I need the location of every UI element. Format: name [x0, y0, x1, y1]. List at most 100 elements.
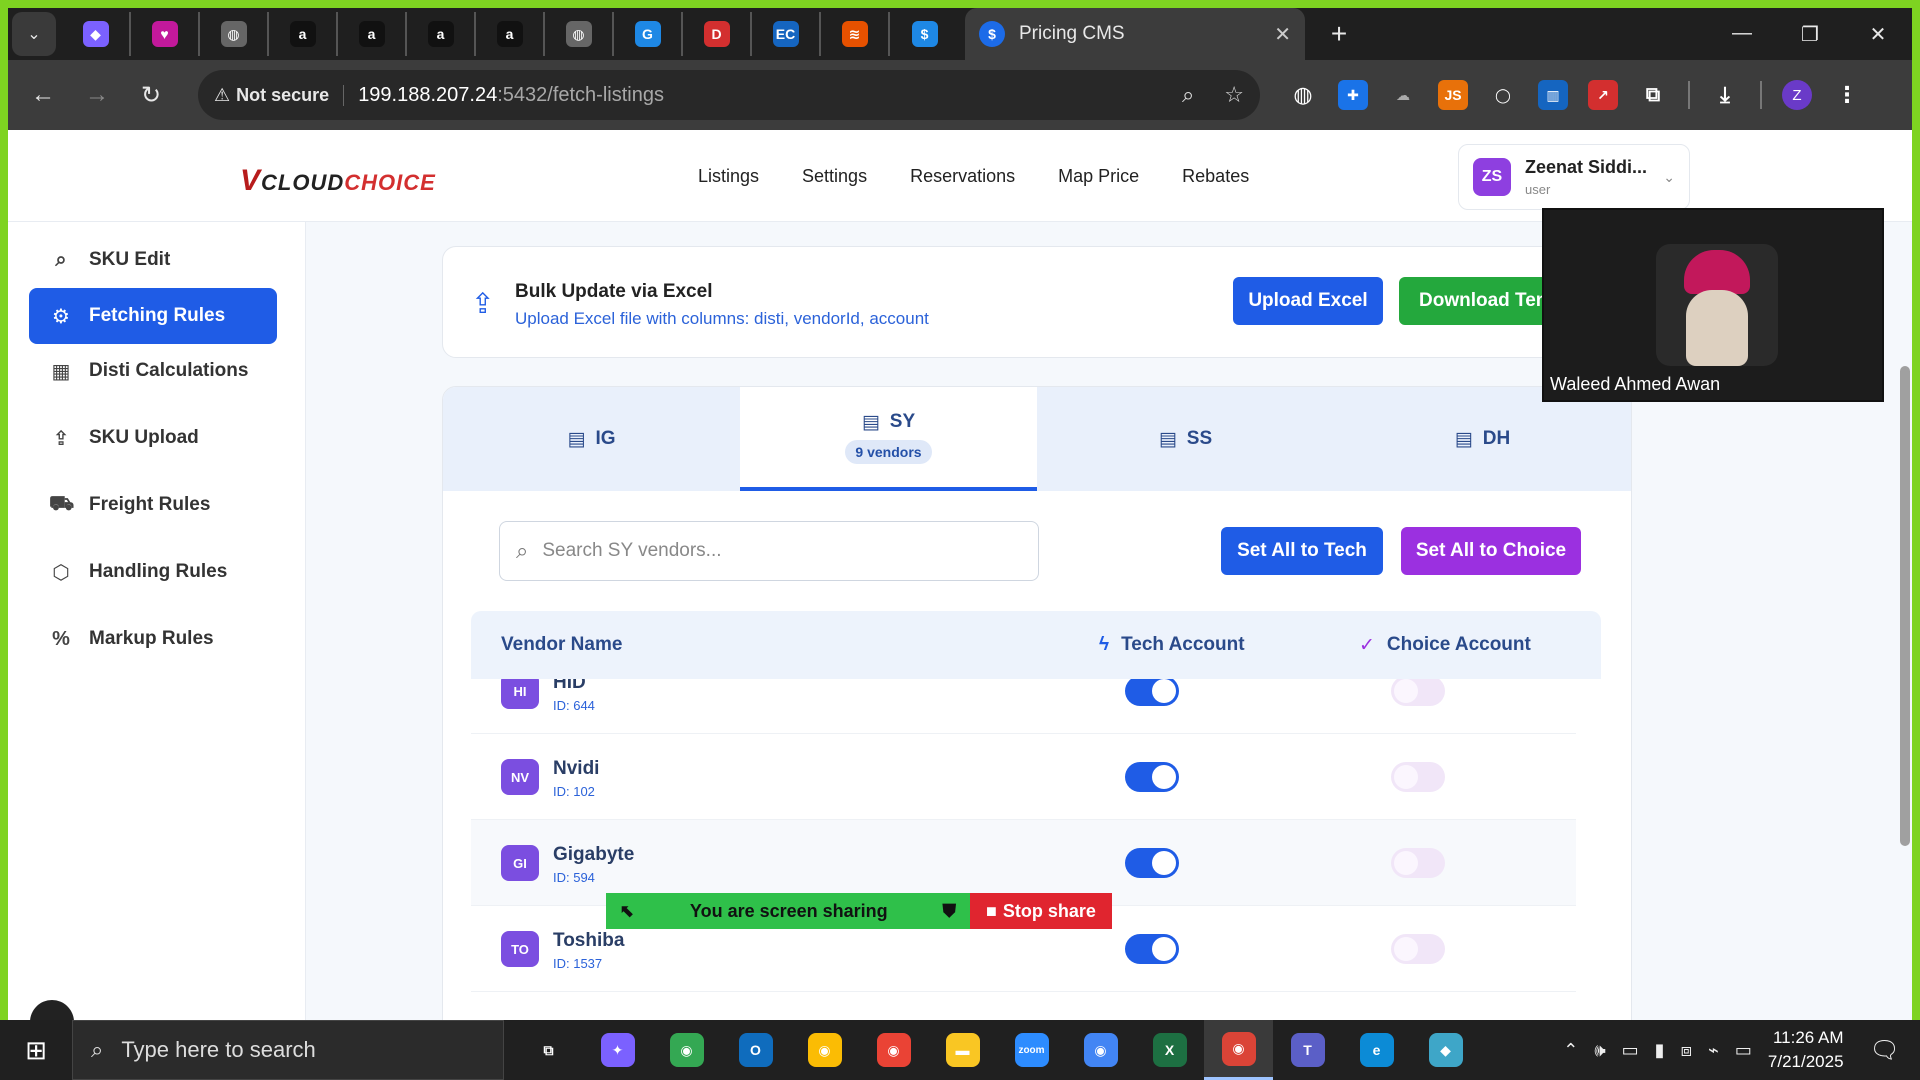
set-all-tech-button[interactable]: Set All to Tech — [1221, 527, 1383, 575]
display-icon[interactable]: ▭ — [1622, 1040, 1639, 1061]
pinned-tab[interactable]: a — [407, 12, 476, 56]
taskbar-search-input[interactable]: ⌕ Type here to search — [72, 1020, 504, 1080]
choice-account-toggle[interactable] — [1391, 934, 1445, 964]
pinned-tab[interactable]: D — [683, 12, 752, 56]
sidebar-item-markup-rules[interactable]: % Markup Rules — [29, 611, 277, 667]
screen-share-message[interactable]: ⬉ You are screen sharing ⛊ — [606, 893, 970, 929]
translate-globe-icon[interactable]: ◍ — [1288, 80, 1318, 110]
page-scrollbar[interactable] — [1900, 226, 1910, 1016]
notification-icon[interactable]: 🗨 — [1870, 1036, 1900, 1065]
security-indicator[interactable]: ⚠ Not secure — [214, 84, 345, 106]
pinned-tab[interactable]: a — [269, 12, 338, 56]
menu-kebab-icon[interactable]: ⋮ — [1832, 80, 1862, 110]
taskbar-app[interactable]: X — [1135, 1020, 1204, 1080]
tab-sy[interactable]: ▤ SY 9 vendors — [740, 387, 1037, 491]
forward-button[interactable]: → — [70, 81, 124, 109]
chat-widget-button[interactable] — [30, 1000, 74, 1020]
menu-listings[interactable]: Listings — [698, 166, 759, 187]
taskbar-app[interactable]: ✦ — [583, 1020, 652, 1080]
power-icon[interactable]: ⌁ — [1708, 1040, 1719, 1061]
taskbar-app[interactable]: ▬ — [928, 1020, 997, 1080]
taskbar-app[interactable]: ⧉ — [514, 1020, 583, 1080]
pinned-tab[interactable]: ≋ — [821, 12, 890, 56]
minimize-icon[interactable]: — — [1708, 22, 1776, 47]
choice-account-toggle[interactable] — [1391, 762, 1445, 792]
tech-account-toggle[interactable] — [1125, 934, 1179, 964]
tab-ig[interactable]: ▤ IG — [443, 387, 740, 491]
extensions-puzzle-icon[interactable]: ⧉ — [1638, 80, 1668, 110]
upload-excel-button[interactable]: Upload Excel — [1233, 277, 1383, 325]
pinned-tab[interactable]: a — [476, 12, 545, 56]
taskbar-app[interactable]: zoom — [997, 1020, 1066, 1080]
screen-share-tray-icon[interactable]: ⧈ — [1681, 1040, 1692, 1061]
window-close-icon[interactable]: ✕ — [1844, 22, 1912, 47]
sidebar-item-disti-calculations[interactable]: ▦ Disti Calculations — [29, 343, 277, 399]
windows-start-icon[interactable]: ⊞ — [0, 1035, 72, 1066]
sidebar-item-sku-edit[interactable]: ⌕ SKU Edit — [29, 232, 277, 288]
choice-account-toggle[interactable] — [1391, 679, 1445, 706]
extension-cloud-icon[interactable]: ☁ — [1388, 80, 1418, 110]
extension-chart-icon[interactable]: ▥ — [1538, 80, 1568, 110]
system-clock[interactable]: 11:26 AM 7/21/2025 — [1768, 1026, 1844, 1074]
pinned-tab[interactable]: ◍ — [545, 12, 614, 56]
menu-rebates[interactable]: Rebates — [1182, 166, 1249, 187]
extension-js-icon[interactable]: JS — [1438, 80, 1468, 110]
menu-reservations[interactable]: Reservations — [910, 166, 1015, 187]
pinned-tab[interactable]: ◍ — [200, 12, 269, 56]
pinned-tab[interactable]: G — [614, 12, 683, 56]
network-icon[interactable]: ▭ — [1735, 1040, 1752, 1061]
tech-account-toggle[interactable] — [1125, 848, 1179, 878]
taskbar-app[interactable]: ◆ — [1411, 1020, 1480, 1080]
reload-button[interactable]: ↻ — [124, 81, 178, 110]
tab-ss[interactable]: ▤ SS — [1037, 387, 1334, 491]
scrollbar-thumb[interactable] — [1900, 366, 1910, 846]
extension-circle-icon[interactable]: ◯ — [1488, 80, 1518, 110]
pinned-tab[interactable]: $ — [890, 12, 959, 56]
extension-arrow-icon[interactable]: ↗ — [1588, 80, 1618, 110]
new-tab-button[interactable]: + — [1319, 18, 1359, 50]
sidebar-item-handling-rules[interactable]: ⬡ Handling Rules — [29, 544, 277, 600]
cloudchoice-logo[interactable]: VCLOUDCHOICE — [240, 164, 436, 198]
tech-account-toggle[interactable] — [1125, 762, 1179, 792]
vendor-search-input[interactable]: ⌕ Search SY vendors... — [499, 521, 1039, 581]
stop-share-button[interactable]: ■ Stop share — [970, 893, 1112, 929]
pinned-tab[interactable]: a — [338, 12, 407, 56]
taskbar-app[interactable]: ◉ — [1066, 1020, 1135, 1080]
volume-icon[interactable]: 🕪 — [1594, 1040, 1605, 1061]
microphone-icon[interactable]: ▮ — [1655, 1040, 1665, 1061]
set-all-choice-button[interactable]: Set All to Choice — [1401, 527, 1581, 575]
taskbar-app[interactable]: O — [721, 1020, 790, 1080]
user-menu[interactable]: ZS Zeenat Siddi... user ⌄ — [1458, 144, 1690, 210]
sidebar-item-sku-upload[interactable]: ⇪ SKU Upload — [29, 410, 277, 466]
close-icon[interactable]: ✕ — [1274, 22, 1291, 47]
restore-icon[interactable]: ❐ — [1776, 22, 1844, 47]
zoom-icon[interactable]: ⌕ — [1182, 82, 1194, 108]
back-button[interactable]: ← — [16, 81, 70, 109]
bookmark-star-icon[interactable]: ☆ — [1224, 82, 1244, 108]
address-bar[interactable]: ⚠ Not secure 199.188.207.24:5432/fetch-l… — [198, 70, 1260, 120]
taskbar-app[interactable]: e — [1342, 1020, 1411, 1080]
sidebar-item-freight-rules[interactable]: ⛟ Freight Rules — [29, 477, 277, 533]
active-browser-tab[interactable]: $ Pricing CMS ✕ — [965, 8, 1305, 60]
pinned-tab[interactable]: EC — [752, 12, 821, 56]
tab-dh[interactable]: ▤ DH — [1334, 387, 1631, 491]
chevron-up-icon[interactable]: ⌃ — [1563, 1040, 1578, 1061]
taskbar-app[interactable]: ◉ — [790, 1020, 859, 1080]
pinned-tab[interactable]: ♥ — [131, 12, 200, 56]
download-icon[interactable]: ⤓ — [1710, 80, 1740, 110]
menu-map-price[interactable]: Map Price — [1058, 166, 1139, 187]
menu-settings[interactable]: Settings — [802, 166, 867, 187]
profile-avatar[interactable]: Z — [1782, 80, 1812, 110]
pinned-tab[interactable]: ◆ — [62, 12, 131, 56]
tab-search-button[interactable]: ⌄ — [12, 12, 56, 56]
drag-handle-icon[interactable]: ⬉ — [620, 901, 635, 922]
extension-plus-icon[interactable]: ✚ — [1338, 80, 1368, 110]
choice-account-toggle[interactable] — [1391, 848, 1445, 878]
taskbar-app[interactable]: T — [1273, 1020, 1342, 1080]
taskbar-app[interactable]: ◉ — [652, 1020, 721, 1080]
video-call-tile[interactable]: Waleed Ahmed Awan — [1542, 208, 1884, 402]
tech-account-toggle[interactable] — [1125, 679, 1179, 706]
taskbar-app[interactable]: ◉ — [859, 1020, 928, 1080]
vendor-table-body[interactable]: HI HID ID: 644 NV Nvidi ID: 102 GI Gigab… — [471, 679, 1601, 1020]
taskbar-app[interactable]: ◉ — [1204, 1020, 1273, 1080]
